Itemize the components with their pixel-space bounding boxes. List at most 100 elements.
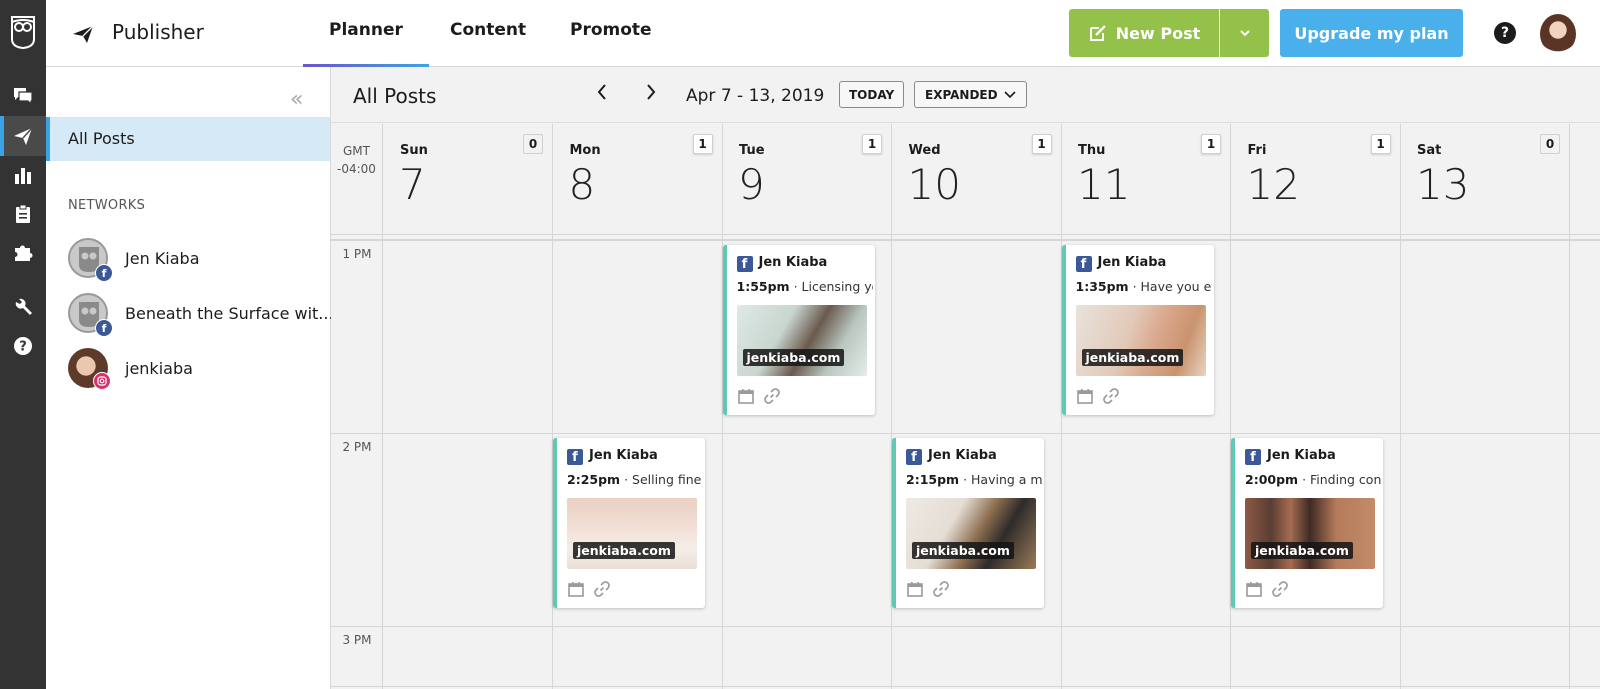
day-date: 10 xyxy=(907,160,961,209)
day-name: Fri xyxy=(1247,143,1267,158)
top-header: Publisher Planner Content Promote New Po… xyxy=(46,0,1600,67)
upgrade-plan-button[interactable]: Upgrade my plan xyxy=(1280,9,1463,57)
next-week-button[interactable] xyxy=(644,81,658,109)
post-author: Jen Kiaba xyxy=(589,448,658,463)
post-meta: 1:55pm · Licensing yo xyxy=(737,279,873,294)
day-column-sat[interactable]: Sat 13 0 xyxy=(1400,124,1570,689)
rail-item-help[interactable]: ? xyxy=(0,326,46,366)
rail-item-assignments[interactable] xyxy=(0,194,46,234)
day-header: Sat 13 0 xyxy=(1400,124,1569,234)
facebook-badge-icon: f xyxy=(95,264,113,282)
post-count-badge: 1 xyxy=(692,134,713,154)
day-date: 7 xyxy=(399,160,426,209)
tab-planner[interactable]: Planner xyxy=(303,20,429,67)
scheduled-post-card[interactable]: f Jen Kiaba 2:25pm · Selling fine a jenkiab… xyxy=(553,438,705,608)
day-date: 12 xyxy=(1246,160,1300,209)
tab-promote[interactable]: Promote xyxy=(570,20,652,40)
day-header: Mon 8 1 xyxy=(553,124,722,234)
paper-plane-icon xyxy=(14,127,33,145)
compose-icon xyxy=(1089,25,1106,41)
post-count-badge: 0 xyxy=(1540,134,1560,154)
hour-gutter xyxy=(331,234,383,689)
day-name: Sat xyxy=(1417,143,1442,158)
link-preview-label: jenkiaba.com xyxy=(1251,542,1353,559)
facebook-icon: f xyxy=(1245,449,1261,465)
post-author: Jen Kiaba xyxy=(1267,448,1336,463)
timezone-label: GMT -04:00 xyxy=(331,124,383,234)
collapse-sidebar-icon[interactable]: « xyxy=(290,87,303,112)
rail-item-streams[interactable] xyxy=(0,76,46,116)
hour-divider xyxy=(331,626,1600,627)
link-preview-label: jenkiaba.com xyxy=(912,542,1014,559)
today-button[interactable]: TODAY xyxy=(839,81,905,108)
rail-item-analytics[interactable] xyxy=(0,155,46,195)
section-title: Publisher xyxy=(112,20,204,44)
previous-week-button[interactable] xyxy=(595,81,609,109)
network-item[interactable]: jenkiaba xyxy=(68,348,328,392)
day-header: Fri 12 1 xyxy=(1231,124,1400,234)
chevron-down-icon xyxy=(1004,90,1016,98)
post-time: 1:35pm xyxy=(1075,279,1129,294)
hour-label: 1 PM xyxy=(342,247,372,261)
facebook-icon: f xyxy=(567,449,583,465)
post-meta: 2:25pm · Selling fine a xyxy=(567,472,703,487)
wrench-icon xyxy=(15,298,32,315)
scheduled-post-card[interactable]: f Jen Kiaba 1:35pm · Have you ev jenkiaba.c… xyxy=(1061,245,1214,415)
post-meta: 1:35pm · Have you ev xyxy=(1076,279,1212,294)
link-preview-label: jenkiaba.com xyxy=(1081,349,1184,366)
rail-item-publisher[interactable] xyxy=(0,116,46,156)
rail-item-tools[interactable] xyxy=(0,287,46,327)
paper-plane-icon xyxy=(73,25,94,43)
planner-main: All Posts Apr 7 - 13, 2019 TODAY EXPANDE… xyxy=(331,67,1600,689)
help-icon[interactable]: ? xyxy=(1494,22,1516,44)
sidebar-item-all-posts[interactable]: All Posts xyxy=(46,117,330,161)
day-header: Thu 11 1 xyxy=(1061,124,1230,234)
hour-label: 3 PM xyxy=(342,633,372,647)
user-avatar[interactable] xyxy=(1540,14,1576,54)
day-header: Tue 9 1 xyxy=(722,124,891,234)
rail-item-apps[interactable] xyxy=(0,232,46,272)
day-date: 13 xyxy=(1416,160,1470,209)
day-name: Tue xyxy=(739,143,765,158)
question-circle-icon: ? xyxy=(14,337,32,355)
scheduled-post-card[interactable]: f Jen Kiaba 2:00pm · Finding con jenkiaba.c… xyxy=(1231,438,1383,608)
publisher-sidebar: « All Posts NETWORKS f Jen Kiaba f Benea… xyxy=(46,67,334,689)
post-count-badge: 1 xyxy=(1201,134,1221,154)
network-item[interactable]: f Jen Kiaba xyxy=(68,238,328,282)
post-snippet: · Have you ev xyxy=(1132,279,1212,294)
link-icon xyxy=(763,388,780,404)
calendar-icon xyxy=(1076,389,1093,404)
chevron-right-icon xyxy=(647,84,656,100)
network-item[interactable]: f Beneath the Surface wit... xyxy=(68,293,334,337)
hour-divider xyxy=(331,240,1600,241)
post-author: Jen Kiaba xyxy=(928,448,997,463)
planner-toolbar: All Posts Apr 7 - 13, 2019 TODAY EXPANDE… xyxy=(331,67,1600,123)
day-header: Sun 7 0 xyxy=(383,124,552,234)
network-name: Jen Kiaba xyxy=(125,249,200,268)
post-meta: 2:00pm · Finding con xyxy=(1245,472,1381,487)
scheduled-post-card[interactable]: f Jen Kiaba 2:15pm · Having a mo jenkiaba.c… xyxy=(892,438,1044,608)
day-name: Wed xyxy=(908,143,941,158)
scheduled-post-card[interactable]: f Jen Kiaba 1:55pm · Licensing yo jenkiaba.… xyxy=(722,245,875,415)
view-mode-dropdown[interactable]: EXPANDED xyxy=(914,81,1027,108)
post-author: Jen Kiaba xyxy=(758,255,828,270)
new-post-dropdown-button[interactable] xyxy=(1220,9,1269,57)
hootsuite-app: ? Publisher Planner Content Promote New … xyxy=(0,0,1600,689)
calendar-icon xyxy=(737,389,754,404)
tab-content[interactable]: Content xyxy=(450,20,526,40)
post-time: 2:15pm xyxy=(906,472,960,487)
owl-logo-icon[interactable] xyxy=(9,14,37,50)
post-snippet: · Selling fine a xyxy=(624,472,703,487)
post-snippet: · Having a mo xyxy=(963,472,1042,487)
hour-divider xyxy=(331,433,1600,434)
new-post-button[interactable]: New Post xyxy=(1069,9,1219,57)
post-time: 2:25pm xyxy=(567,472,621,487)
link-preview-label: jenkiaba.com xyxy=(742,349,845,366)
post-count-badge: 1 xyxy=(1370,134,1391,154)
networks-heading: NETWORKS xyxy=(68,198,146,213)
post-snippet: · Finding con xyxy=(1302,472,1381,487)
header-divider xyxy=(331,234,1600,235)
day-column-sun[interactable]: Sun 7 0 xyxy=(383,124,553,689)
network-avatar: f xyxy=(68,293,113,337)
timezone-line: GMT xyxy=(343,144,370,158)
